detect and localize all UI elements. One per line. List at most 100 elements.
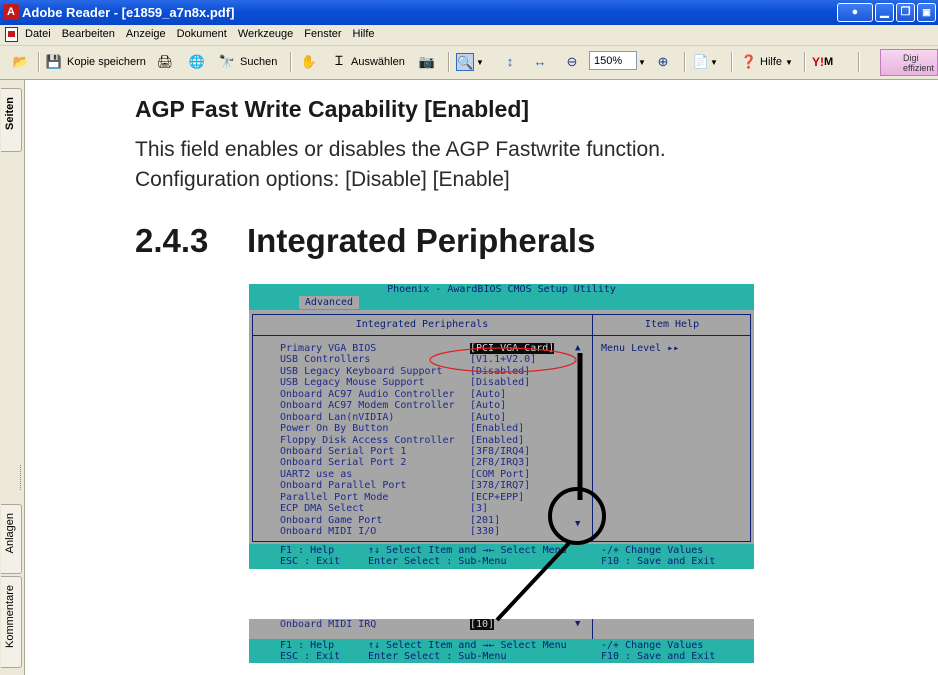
fit-width-button[interactable]: ↔: [531, 51, 549, 73]
bios-footer-change: -/+ Change Values: [601, 640, 704, 651]
menu-hilfe[interactable]: Hilfe: [353, 28, 375, 40]
window-buttons: ● ▁ ❐ ▣: [837, 3, 936, 22]
yahoo-icon: Y!: [812, 55, 824, 69]
hand-tool-button[interactable]: ✋: [300, 51, 318, 73]
scroll-down-arrow-icon: ▼: [575, 619, 581, 629]
bios-menu-level: Menu Level ▸▸: [601, 343, 680, 354]
zoom-dropdown-arrow-icon[interactable]: ▼: [476, 58, 484, 67]
bios-panel-title: Integrated Peripherals: [355, 319, 489, 330]
bios-screenshot: Phoenix - AwardBIOS CMOS Setup Utility A…: [249, 284, 754, 569]
fit-width-icon: ↔: [533, 54, 547, 69]
menu-bearbeiten[interactable]: Bearbeiten: [62, 28, 115, 40]
search-label: Suchen: [240, 56, 278, 68]
bios-row-label: Onboard Game Port: [280, 514, 383, 526]
promo-banner[interactable]: Digi effizient: [880, 49, 938, 76]
select-tool-button[interactable]: Ɪ Auswählen: [330, 51, 404, 73]
help-button[interactable]: ❓ Hilfe ▼: [740, 51, 793, 73]
bios-footer: F1 : Help ESC : Exit ↑↓ Select Item and …: [249, 639, 754, 663]
bios-footer-select: ↑↓ Select Item and →← Select Menu: [368, 640, 567, 651]
bios-footer-f1: F1 : Help: [280, 640, 335, 651]
paragraph-description: This field enables or disables the AGP F…: [135, 138, 666, 161]
bios-row-value: [PCI VGA Card]: [470, 343, 555, 355]
bios-footer-select: ↑↓ Select Item and →← Select Menu: [368, 545, 567, 556]
menu-werkzeuge[interactable]: Werkzeuge: [238, 28, 293, 40]
minimize-button[interactable]: ▁: [875, 3, 894, 22]
zoom-out-icon: ⊖: [566, 54, 578, 69]
navigation-panel: Seiten Anlagen Kommentare: [0, 80, 25, 675]
tab-comments[interactable]: Kommentare: [1, 576, 22, 668]
bios-row-value: [Auto]: [470, 411, 507, 423]
heading-agp-fast-write: AGP Fast Write Capability [Enabled]: [135, 96, 530, 122]
zoom-in-button[interactable]: ⊕: [654, 51, 672, 73]
menu-datei[interactable]: Datei: [25, 28, 51, 40]
paragraph-config-options: Configuration options: [Disable] [Enable…: [135, 168, 510, 191]
promo-text: Digi effizient: [903, 53, 934, 73]
open-button[interactable]: 📂: [12, 51, 30, 73]
menu-bar: Datei Bearbeiten Anzeige Dokument Werkze…: [0, 25, 938, 46]
tab-comments-label: Kommentare: [4, 585, 16, 648]
search-button[interactable]: 🔭 Suchen: [218, 51, 277, 73]
bios-footer-change: -/+ Change Values: [601, 545, 704, 556]
tab-pages-label: Seiten: [4, 97, 16, 131]
bios-footer: F1 : Help ESC : Exit ↑↓ Select Item and …: [249, 544, 754, 569]
bios-row-label: Onboard Lan(nVIDIA): [280, 411, 395, 423]
bios-row-label: USB Legacy Keyboard Support: [280, 365, 443, 377]
bios-header-rule: [252, 335, 751, 336]
floppy-disk-icon: 💾: [45, 54, 63, 69]
printer-icon: 🖨: [156, 54, 174, 69]
bios-row-label: Onboard Serial Port 1: [280, 445, 407, 457]
zoom-in-tool-button[interactable]: 🔍 ▼: [456, 51, 484, 73]
zoom-dropdown-button[interactable]: ▼: [638, 51, 646, 73]
panel-resize-grip[interactable]: [20, 465, 23, 490]
bios-screenshot-continued: Onboard MIDI IRQ [10] ▼ F1 : Help ESC : …: [249, 619, 754, 663]
nvidia-icon[interactable]: ●: [837, 3, 873, 22]
section-number: 2.4.3: [135, 222, 209, 259]
zoom-out-button[interactable]: ⊖: [563, 51, 581, 73]
tab-attachments[interactable]: Anlagen: [1, 504, 22, 574]
bios-row-label: USB Controllers: [280, 354, 371, 366]
bios-row-label: Onboard Serial Port 2: [280, 457, 407, 469]
page-layout-arrow-icon: ▼: [710, 57, 718, 67]
tab-attachments-label: Anlagen: [4, 513, 16, 554]
bios-row-value: [V1.1+V2.0]: [470, 354, 537, 366]
print-button[interactable]: 🖨: [156, 51, 174, 73]
fit-page-button[interactable]: ↕: [501, 51, 519, 73]
bios-row-value: [3F8/IRQ4]: [470, 445, 531, 457]
page-layout-button[interactable]: 📄 ▼: [692, 51, 718, 73]
save-copy-label: Kopie speichern: [67, 56, 146, 68]
menu-dokument[interactable]: Dokument: [177, 28, 227, 40]
text-cursor-icon: Ɪ: [335, 54, 343, 69]
bios-row-value: [COM Port]: [470, 468, 531, 480]
bios-row-label: ECP DMA Select: [280, 503, 365, 515]
bios-row-value: [Enabled]: [470, 434, 525, 446]
bios-footer-esc: ESC : Exit: [280, 651, 341, 662]
fit-page-icon: ↕: [506, 54, 514, 69]
bios-row-value: [Enabled]: [470, 423, 525, 435]
restore-button[interactable]: ❐: [896, 3, 915, 22]
menu-fenster[interactable]: Fenster: [304, 28, 341, 40]
close-button[interactable]: ▣: [917, 3, 936, 22]
bios-footer-f1: F1 : Help: [280, 545, 335, 556]
bios-row-value: [201]: [470, 514, 501, 526]
zoom-level-input[interactable]: 150%: [589, 51, 637, 70]
bios-tab-advanced: Advanced: [299, 296, 359, 309]
help-arrow-icon: ▼: [785, 57, 793, 67]
bios-footer-enter: Enter Select : Sub-Menu: [368, 651, 507, 662]
bios-row-value: [2F8/IRQ3]: [470, 457, 531, 469]
tab-pages[interactable]: Seiten: [1, 88, 22, 152]
binoculars-icon: 🔭: [218, 54, 236, 69]
snapshot-button[interactable]: 📷: [418, 51, 436, 73]
pdf-document-icon[interactable]: [5, 27, 18, 42]
email-button[interactable]: 🌐: [188, 51, 206, 73]
bios-footer-f10: F10 : Save and Exit: [601, 556, 716, 567]
bios-row-label: Onboard Parallel Port: [280, 480, 407, 492]
bios-help-title: Item Help: [644, 319, 700, 330]
page-layout-icon: 📄: [692, 54, 710, 69]
save-copy-button[interactable]: 💾 Kopie speichern: [45, 51, 146, 73]
chevron-down-icon: ▼: [638, 57, 646, 67]
document-view[interactable]: AGP Fast Write Capability [Enabled] This…: [25, 80, 938, 675]
yahoo-button[interactable]: Y! M: [812, 51, 833, 73]
bios-utility-title: Phoenix - AwardBIOS CMOS Setup Utility: [387, 284, 616, 295]
help-label: Hilfe: [760, 56, 783, 68]
menu-anzeige[interactable]: Anzeige: [126, 28, 166, 40]
